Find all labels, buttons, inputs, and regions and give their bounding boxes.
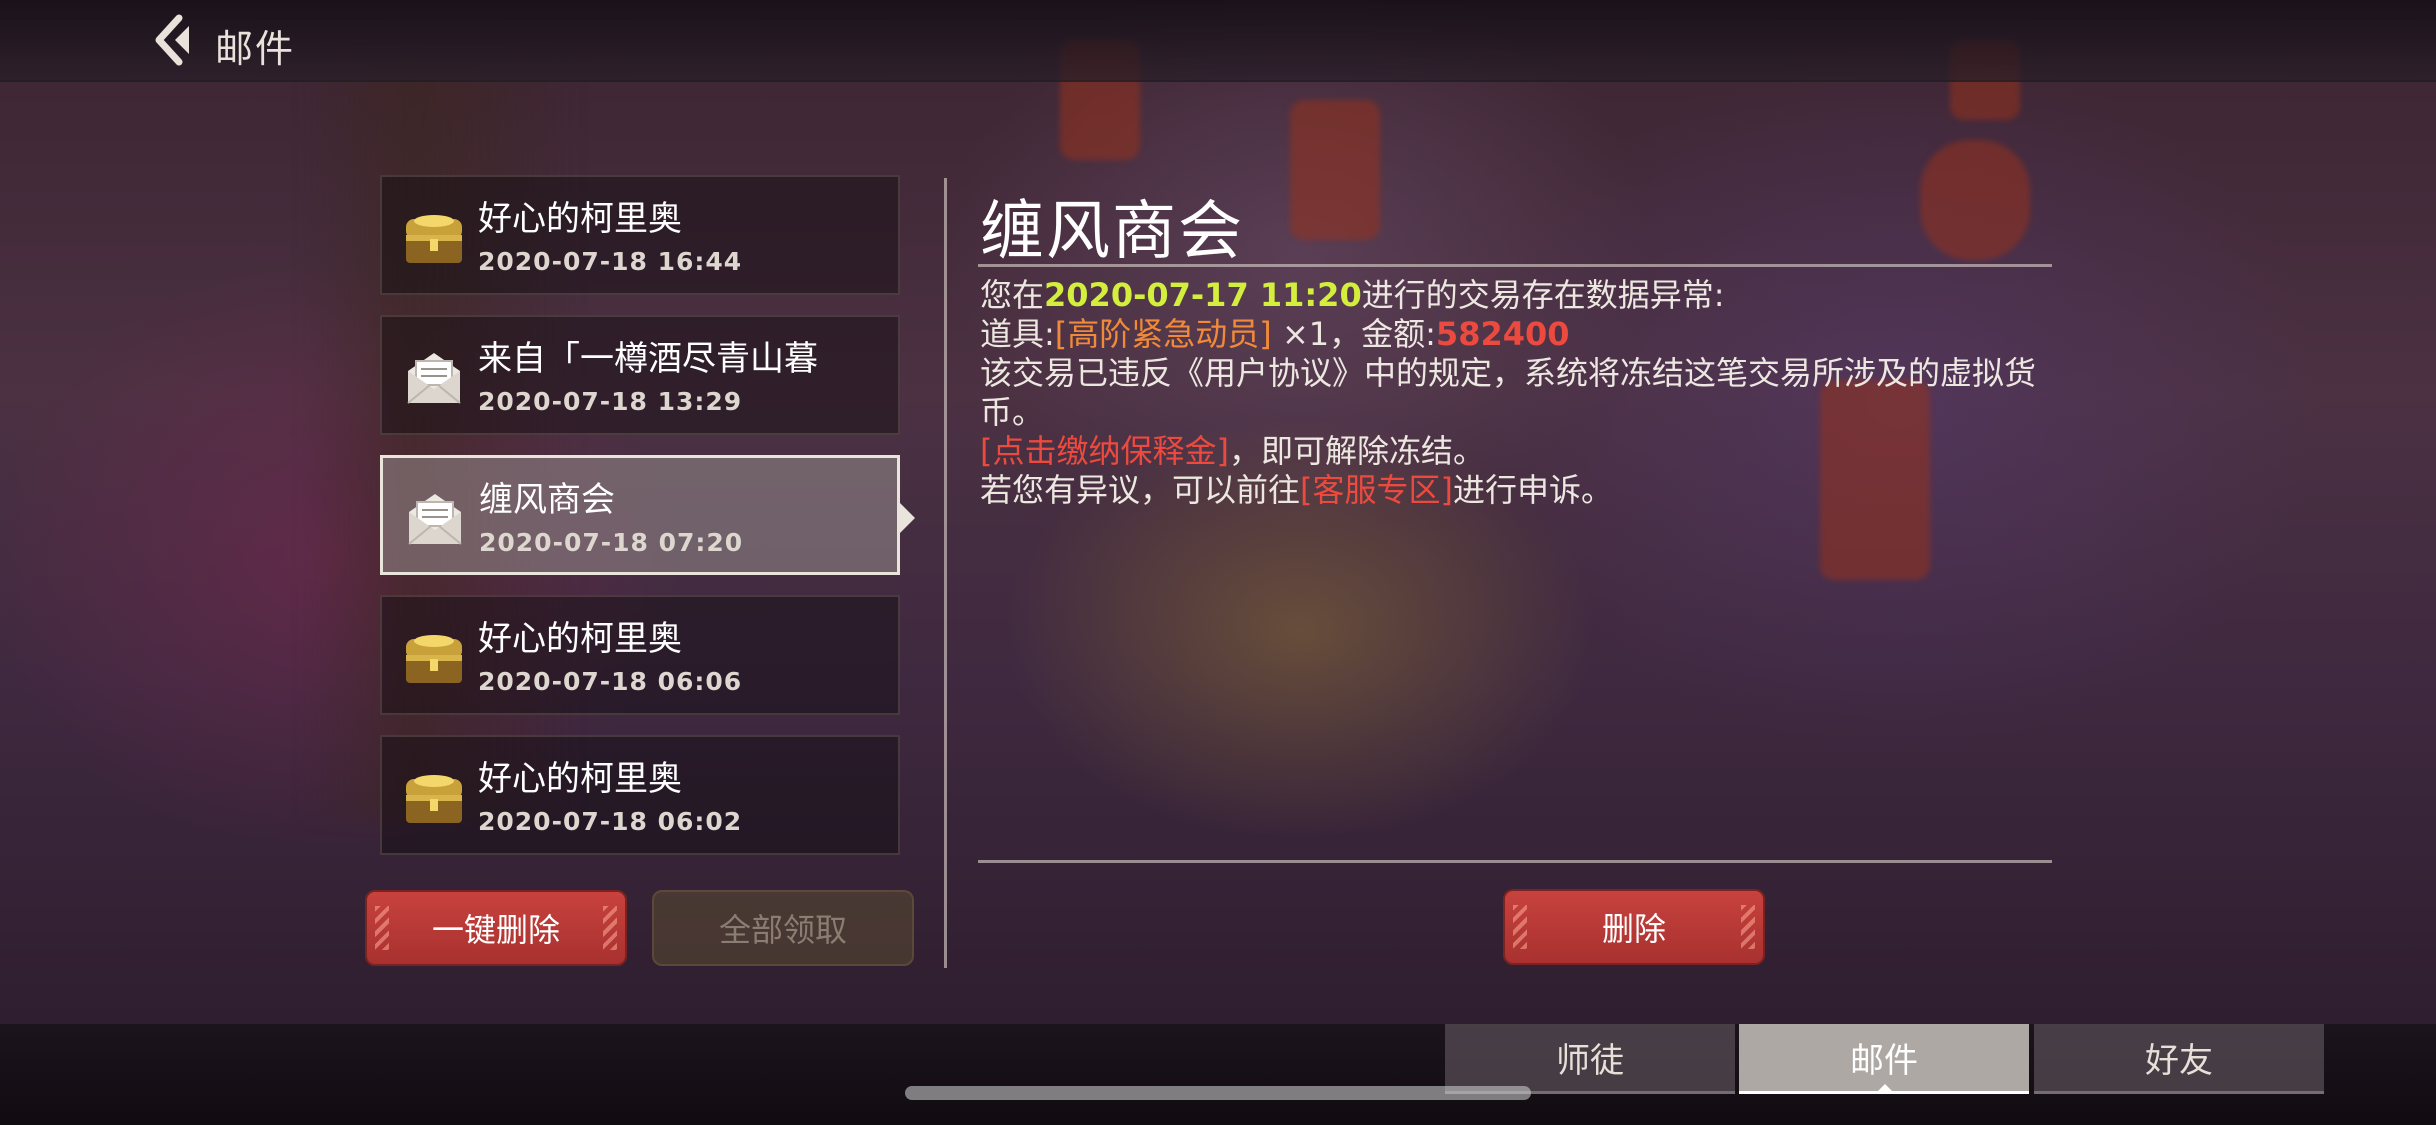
tab-label: 邮件 (1850, 1041, 1918, 1081)
detail-line-5: 若您有异议，可以前往[客服专区]进行申诉。 (980, 471, 1614, 509)
background-lantern (1920, 140, 2030, 260)
mail-date: 2020-07-18 06:06 (478, 667, 743, 696)
tab-friends[interactable]: 好友 (2034, 1024, 2324, 1094)
mail-item[interactable]: 好心的柯里奥 2020-07-18 06:02 (380, 735, 900, 855)
page-title: 邮件 (215, 27, 296, 71)
treasure-chest-icon (402, 205, 466, 269)
detail-divider-top (978, 264, 2052, 267)
top-bar: 邮件 (0, 0, 2436, 82)
detail-line-2: 道具:[高阶紧急动员] ×1，金额:582400 (980, 315, 1570, 353)
item-name: [高阶紧急动员] (1054, 315, 1272, 353)
detail-line-1: 您在2020-07-17 11:20进行的交易存在数据异常: (980, 276, 1725, 314)
mail-item-selected[interactable]: 缠风商会 2020-07-18 07:20 (380, 455, 915, 575)
active-tab-indicator-icon (1875, 1084, 1895, 1094)
mail-item[interactable]: 好心的柯里奥 2020-07-18 16:44 (380, 175, 900, 295)
mail-date: 2020-07-18 13:29 (478, 387, 743, 416)
mail-item[interactable]: 好心的柯里奥 2020-07-18 06:06 (380, 595, 900, 715)
delete-button[interactable]: 删除 (1503, 889, 1765, 965)
customer-service-link[interactable]: [客服专区] (1300, 471, 1453, 509)
mail-list: 好心的柯里奥 2020-07-18 16:44 来自「一樽酒尽青山暮 2020-… (380, 175, 915, 875)
mail-detail-body: 您在2020-07-17 11:20进行的交易存在数据异常: 道具:[高阶紧急动… (980, 276, 2040, 510)
detail-line-3: 该交易已违反《用户协议》中的规定，系统将冻结这笔交易所涉及的虚拟货币。 (980, 354, 2037, 431)
mail-date: 2020-07-18 16:44 (478, 247, 743, 276)
selection-arrow-icon (899, 502, 915, 534)
mail-sender: 好心的柯里奥 (478, 199, 682, 239)
panel-divider (944, 178, 947, 968)
tab-mentorship[interactable]: 师徒 (1445, 1024, 1735, 1094)
mail-date: 2020-07-18 07:20 (479, 528, 744, 557)
detail-line-4: [点击缴纳保释金]，即可解除冻结。 (980, 432, 1485, 470)
mail-sender: 来自「一樽酒尽青山暮 (478, 339, 818, 379)
open-envelope-icon (402, 345, 466, 409)
tab-label: 好友 (2145, 1041, 2213, 1081)
treasure-chest-icon (402, 625, 466, 689)
tab-label: 师徒 (1556, 1041, 1624, 1081)
back-arrow-icon[interactable] (145, 10, 205, 70)
mail-detail-title: 缠风商会 (980, 195, 1244, 269)
trade-amount: 582400 (1435, 315, 1570, 353)
mail-item[interactable]: 来自「一樽酒尽青山暮 2020-07-18 13:29 (380, 315, 900, 435)
background-lantern (1290, 100, 1380, 240)
delete-all-button[interactable]: 一键删除 (365, 890, 627, 966)
trade-datetime: 2020-07-17 11:20 (1044, 276, 1362, 314)
treasure-chest-icon (402, 765, 466, 829)
mail-sender: 缠风商会 (479, 480, 615, 520)
detail-divider-bottom (978, 860, 2052, 863)
claim-all-button[interactable]: 全部领取 (652, 890, 914, 966)
home-indicator[interactable] (905, 1086, 1531, 1100)
mail-sender: 好心的柯里奥 (478, 759, 682, 799)
pay-bail-link[interactable]: [点击缴纳保释金] (980, 432, 1229, 470)
mail-sender: 好心的柯里奥 (478, 619, 682, 659)
mail-date: 2020-07-18 06:02 (478, 807, 743, 836)
open-envelope-icon (403, 486, 467, 550)
tab-mail[interactable]: 邮件 (1739, 1024, 2029, 1094)
